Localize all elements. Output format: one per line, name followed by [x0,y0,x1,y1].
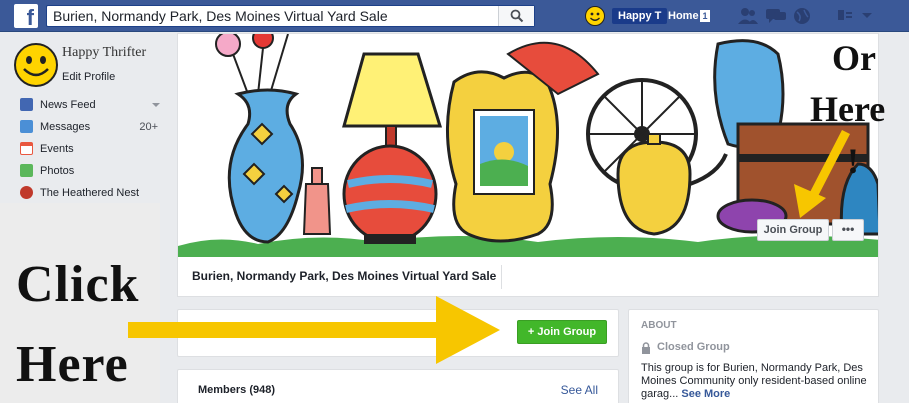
friend-requests-icon[interactable] [737,7,759,25]
facebook-logo-icon[interactable]: f [14,4,38,28]
divider [501,265,502,289]
members-panel: Members (948) See All [177,369,619,403]
sidebar-item-photos[interactable]: Photos [0,161,168,183]
closed-group-label: Closed Group [657,341,730,353]
sidebar-nav-list: News Feed Messages 20+ Events Photos The… [0,95,168,205]
exclamation-annotation-text: ! [847,141,859,181]
messages-count: 20+ [139,121,158,133]
user-avatar-icon[interactable] [585,6,605,26]
here-annotation-text: Here [16,336,129,393]
nest-icon [20,186,33,199]
sidebar-item-label: Photos [40,165,75,177]
search-input[interactable] [53,7,493,25]
home-link[interactable]: Home [668,8,699,24]
sidebar-item-label: News Feed [40,99,96,111]
photos-icon [20,164,33,177]
news-feed-icon [20,98,33,111]
join-group-button[interactable]: + Join Group [517,320,607,344]
sidebar-item-label: Events [40,143,74,155]
lock-icon [642,342,650,354]
edit-profile-link[interactable]: Edit Profile [62,71,115,83]
about-description: This group is for Burien, Normandy Park,… [641,362,873,401]
messages-icon[interactable] [765,7,787,25]
sidebar-item-heathered-nest[interactable]: The Heathered Nest [0,183,168,205]
see-more-link[interactable]: See More [681,388,730,400]
search-icon [510,9,524,23]
notifications-globe-icon[interactable] [793,7,811,25]
about-panel: ABOUT Closed Group This group is for Bur… [628,309,879,403]
closed-group-row: Closed Group [641,341,730,359]
profile-name[interactable]: Happy Thrifter [62,45,146,61]
privacy-shortcuts-icon[interactable] [837,7,853,23]
search-box [46,5,535,27]
sidebar-item-label: Messages [40,121,91,133]
sidebar-item-label: The Heathered Nest [40,187,140,199]
chevron-down-icon[interactable] [152,103,160,107]
search-button[interactable] [498,6,534,26]
click-annotation-text: Click [16,256,140,313]
profile-avatar[interactable] [14,43,58,87]
sidebar-item-news-feed[interactable]: News Feed [0,95,168,117]
more-options-button[interactable]: ••• [832,219,864,241]
about-heading: ABOUT [641,320,677,331]
group-title-bar: Burien, Normandy Park, Des Moines Virtua… [177,257,879,297]
cover-join-group-button[interactable]: Join Group [757,219,829,241]
account-menu-chevron-down-icon[interactable] [861,12,873,20]
group-title[interactable]: Burien, Normandy Park, Des Moines Virtua… [192,269,496,283]
sidebar-item-events[interactable]: Events [0,139,168,161]
top-navigation-bar: f Happy T Home 1 [0,0,909,32]
messages-icon [20,120,33,133]
sidebar-item-messages[interactable]: Messages 20+ [0,117,168,139]
see-all-link[interactable]: See All [561,383,598,397]
calendar-icon [20,142,33,155]
about-description-text: This group is for Burien, Normandy Park,… [641,362,867,400]
home-count-badge: 1 [700,10,710,22]
here-annotation-text-2: Here [810,89,886,129]
members-count-label: Members (948) [198,384,276,396]
profile-button[interactable]: Happy T [612,8,668,24]
or-annotation-text: Or [832,38,876,78]
